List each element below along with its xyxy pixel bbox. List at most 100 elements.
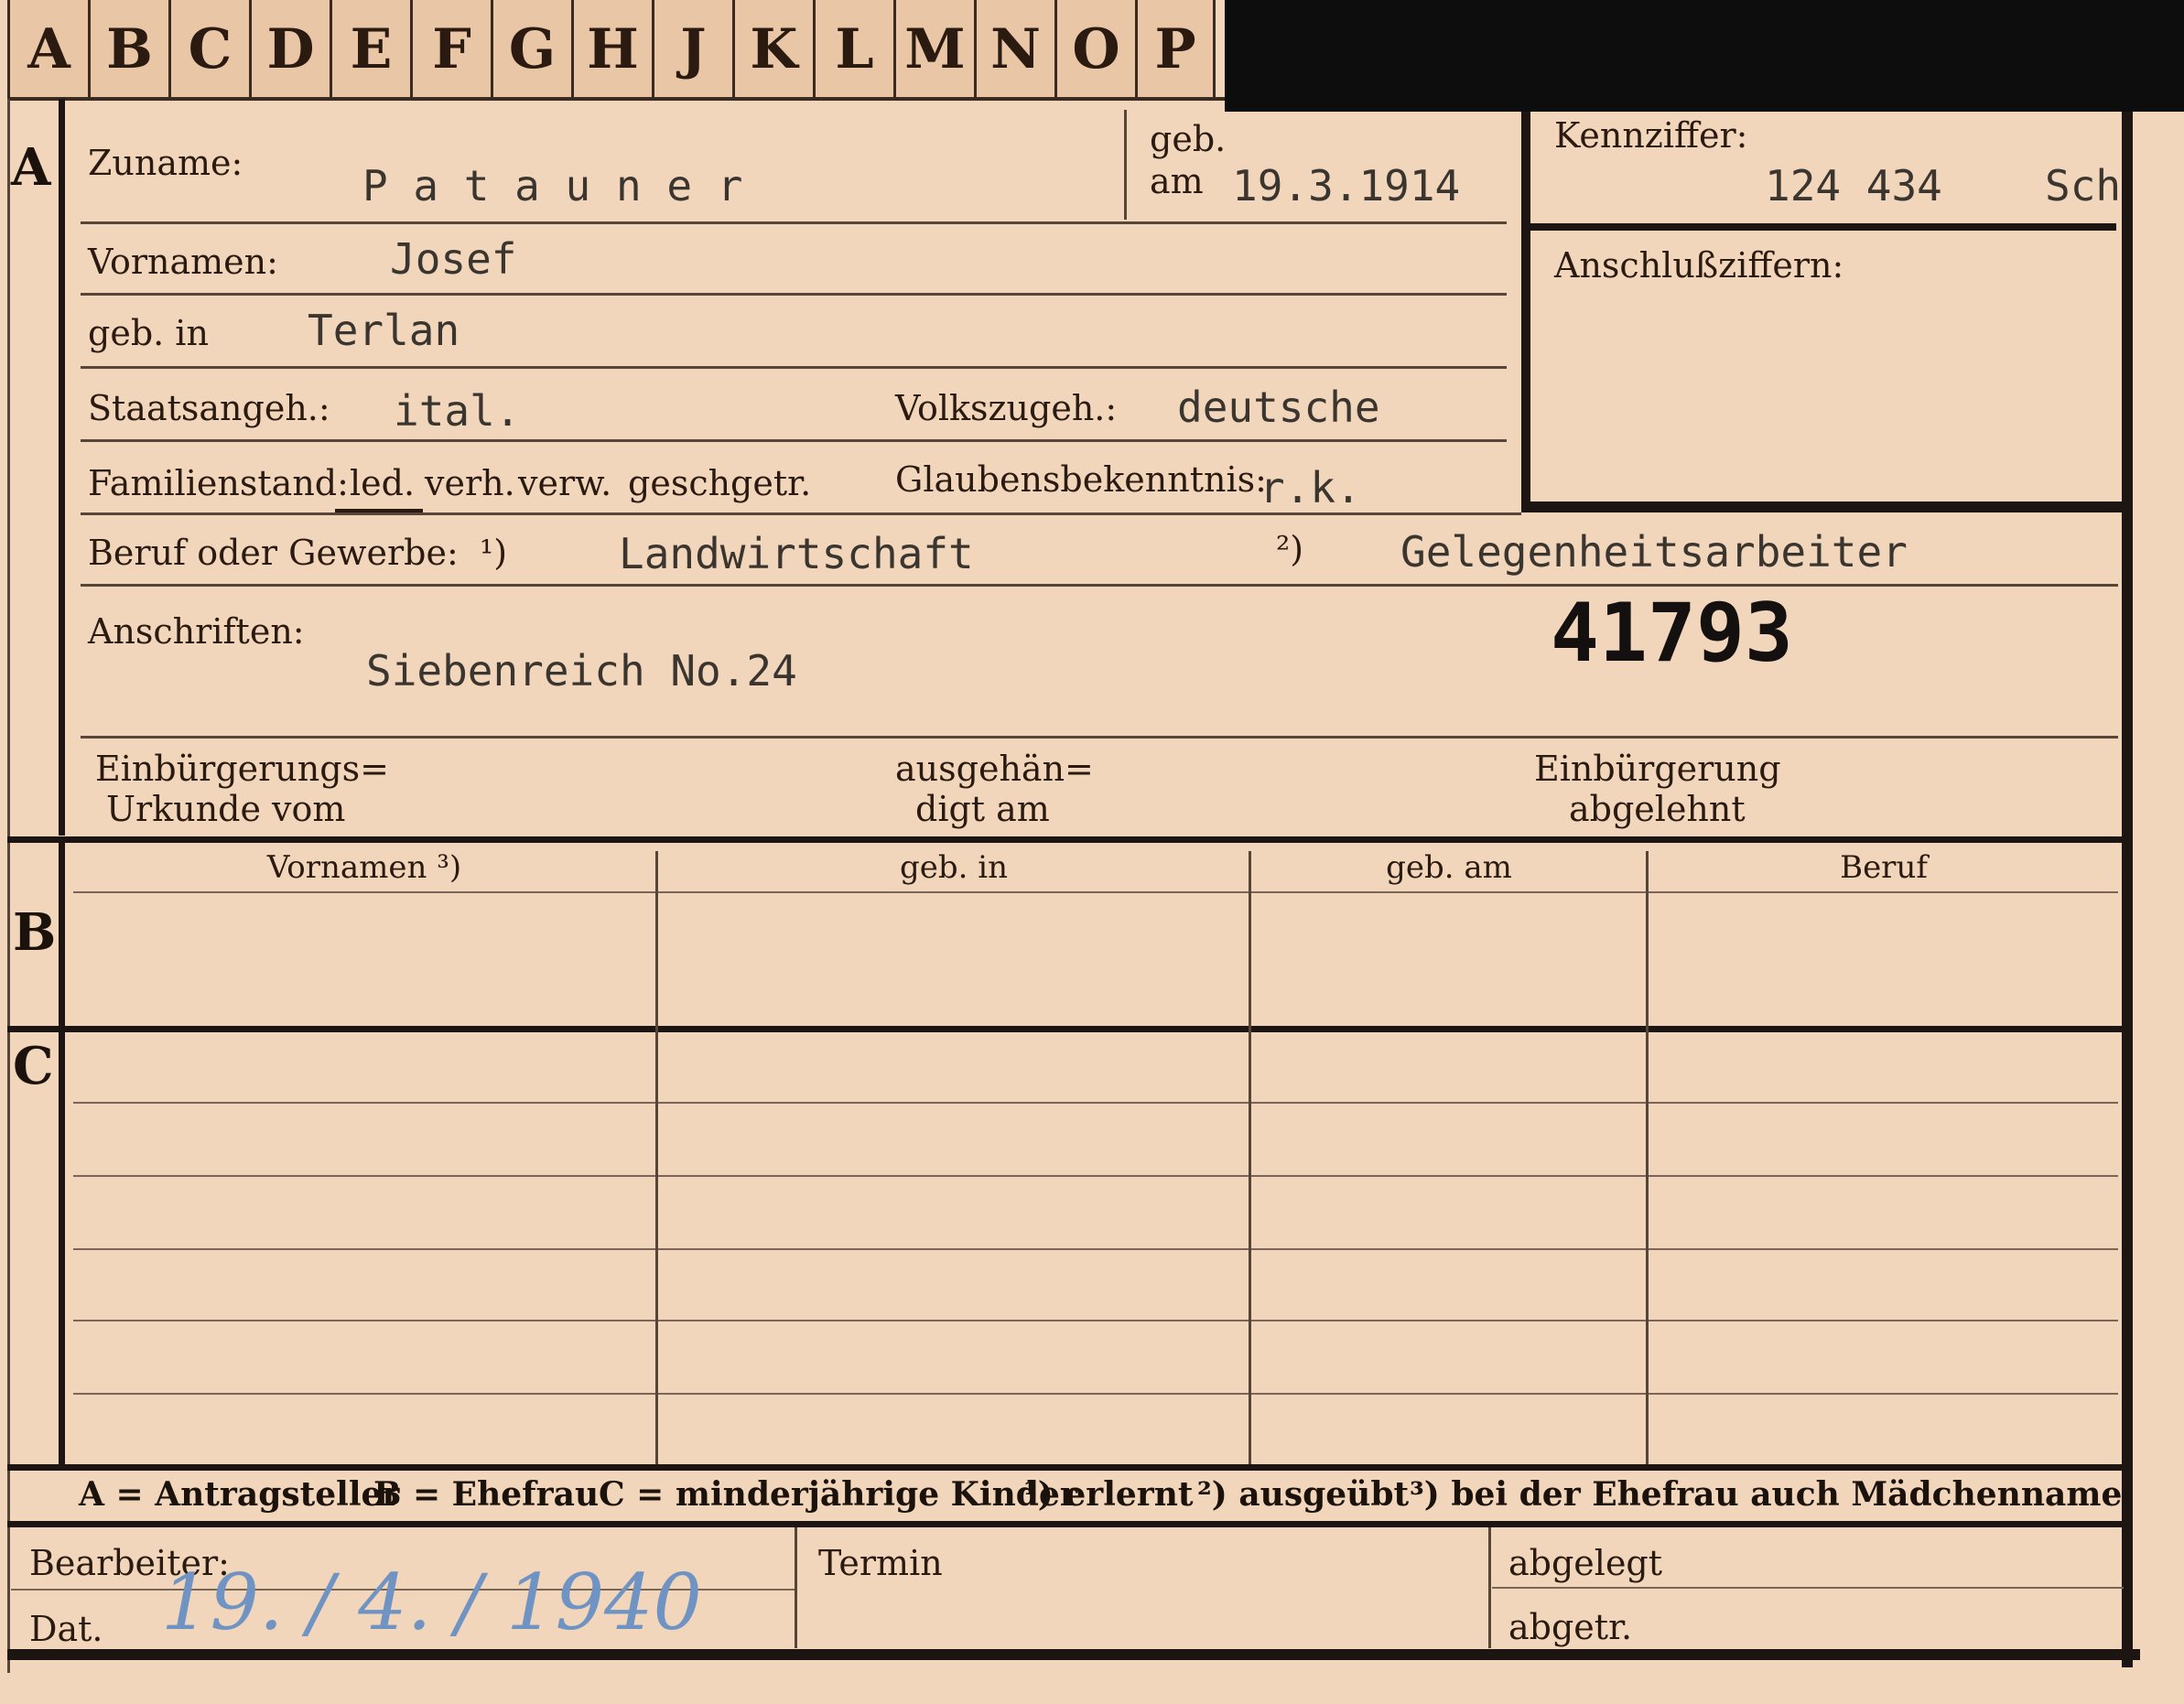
abgelegt-label: abgelegt (1508, 1543, 1663, 1583)
index-tab[interactable]: D (249, 0, 330, 99)
table-row-rule (73, 1320, 2118, 1321)
index-tab[interactable]: M (893, 0, 974, 99)
header-rule (73, 891, 2118, 893)
column-divider (655, 851, 658, 1464)
section-c-bar (59, 1032, 65, 1464)
index-tab[interactable]: O (1054, 0, 1135, 99)
volkszugehoerigkeit-value: deutsche (1177, 383, 1380, 432)
column-header-vornamen: Vornamen ³) (266, 849, 462, 886)
glaubensbekenntnis-value: r.k. (1260, 463, 1361, 512)
kennziffer-suffix: Sch (2045, 161, 2122, 210)
staatsangehoerigkeit-value: ital. (394, 386, 521, 436)
geb-in-label: geb. in (88, 313, 209, 353)
einbuergerung-abgelehnt-label-1: Einbürgerung (1534, 749, 1781, 789)
abgetragen-label: abgetr. (1508, 1607, 1633, 1647)
column-divider (1488, 1527, 1491, 1648)
einbuergerungsurkunde-label-2: Urkunde vom (106, 789, 346, 829)
section-b-marker: B (13, 902, 57, 963)
kennziffer-box-left (1521, 112, 1530, 512)
rule (81, 439, 1507, 442)
kennziffer-label: Kennziffer: (1554, 115, 1748, 156)
rule (81, 293, 1507, 296)
index-tab[interactable]: H (571, 0, 652, 99)
table-row-rule (73, 1102, 2118, 1104)
section-a-bar (59, 99, 65, 836)
index-tab[interactable]: A (7, 0, 88, 99)
staatsangehoerigkeit-label: Staatsangeh.: (88, 388, 330, 428)
index-tab[interactable]: F (410, 0, 491, 99)
anschriften-label: Anschriften: (88, 611, 305, 652)
frame-left (7, 99, 10, 1673)
anschlussziffern-label: Anschlußziffern: (1554, 245, 1844, 286)
einbuergerung-abgelehnt-label-2: abgelehnt (1569, 789, 1746, 829)
frame-right (2122, 112, 2133, 1667)
rule (81, 221, 1507, 224)
section-c-marker: C (13, 1036, 54, 1096)
datum-label: Dat. (29, 1609, 103, 1649)
section-a-marker: A (11, 137, 51, 198)
rule (81, 584, 2118, 587)
am-label: am (1150, 161, 1204, 201)
rule (81, 512, 1521, 515)
zuname-value: P a t a u n e r (362, 161, 743, 210)
section-divider (7, 836, 2122, 843)
divider (1124, 110, 1127, 220)
familienstand-option-ledig: led. (350, 463, 416, 503)
legend-antragsteller: A = Antragsteller (79, 1475, 400, 1514)
beruf-label: Beruf oder Gewerbe: (88, 533, 459, 573)
legend-kinder: C = minderjährige Kinder (599, 1475, 1077, 1514)
index-tab[interactable]: B (88, 0, 168, 99)
index-tab[interactable]: P (1135, 0, 1216, 99)
ausgehaendigt-label-1: ausgehän= (895, 749, 1094, 789)
scan-background (1225, 0, 2184, 112)
table-row-rule (73, 1175, 2118, 1177)
termin-label: Termin (818, 1543, 943, 1583)
rule (81, 736, 2118, 739)
footnote-mark-1: ¹) (480, 533, 508, 573)
rule (81, 366, 1507, 369)
beruf-ausgeuebt-value: Gelegenheitsarbeiter (1400, 527, 1908, 577)
geb-in-value: Terlan (308, 306, 460, 355)
section-divider (7, 1521, 2122, 1527)
familienstand-option-geschieden: gesch. (628, 463, 742, 503)
ausgehaendigt-label-2: digt am (915, 789, 1050, 829)
zuname-label: Zuname: (88, 143, 243, 183)
column-header-geb-in: geb. in (899, 849, 1009, 886)
column-header-beruf: Beruf (1840, 849, 1928, 886)
column-divider (1646, 851, 1649, 1464)
legend-erlernt: ¹) erlernt (1023, 1475, 1194, 1514)
anschriften-value: Siebenreich No.24 (366, 646, 797, 696)
index-tab[interactable]: J (652, 0, 732, 99)
table-row-rule (73, 1393, 2118, 1395)
kennziffer-box-bottom (1521, 501, 2122, 512)
vornamen-label: Vornamen: (88, 242, 278, 282)
section-divider (7, 1464, 2122, 1471)
volkszugehoerigkeit-label: Volkszugeh.: (895, 388, 1118, 428)
frame-bottom (7, 1649, 2140, 1660)
vornamen-value: Josef (390, 234, 517, 284)
index-tab[interactable]: E (330, 0, 410, 99)
familienstand-option-getrennt: getr. (730, 463, 812, 503)
legend-ehefrau: B = Ehefrau (373, 1475, 600, 1514)
alphabet-tabs: A B C D E F G H J K L M N O P (7, 0, 1216, 99)
legend-maedchenname: ³) bei der Ehefrau auch Mädchenname (1410, 1475, 2123, 1514)
handwritten-date: 19. / 4. / 1940 (161, 1558, 702, 1647)
table-row-rule (73, 1248, 2118, 1250)
column-divider (795, 1527, 797, 1648)
index-tab[interactable]: K (732, 0, 813, 99)
glaubensbekenntnis-label: Glaubensbekenntnis: (895, 459, 1267, 500)
familienstand-option-verheiratet: verh. (425, 463, 515, 503)
legend-ausgeuebt: ²) ausgeübt (1197, 1475, 1410, 1514)
familienstand-option-verwitwet: verw. (518, 463, 612, 503)
index-tab[interactable]: N (974, 0, 1054, 99)
column-divider (1249, 851, 1251, 1464)
index-tab[interactable]: C (168, 0, 249, 99)
index-tab[interactable]: L (813, 0, 893, 99)
tab-divider (7, 97, 1225, 101)
stamp-number: 41793 (1551, 586, 1793, 680)
kennziffer-value: 124 434 (1765, 161, 1942, 210)
footnote-mark-2: ²) (1276, 529, 1304, 569)
index-tab[interactable]: G (491, 0, 571, 99)
column-header-geb-am: geb. am (1386, 849, 1512, 886)
geb-am-value: 19.3.1914 (1232, 161, 1461, 210)
